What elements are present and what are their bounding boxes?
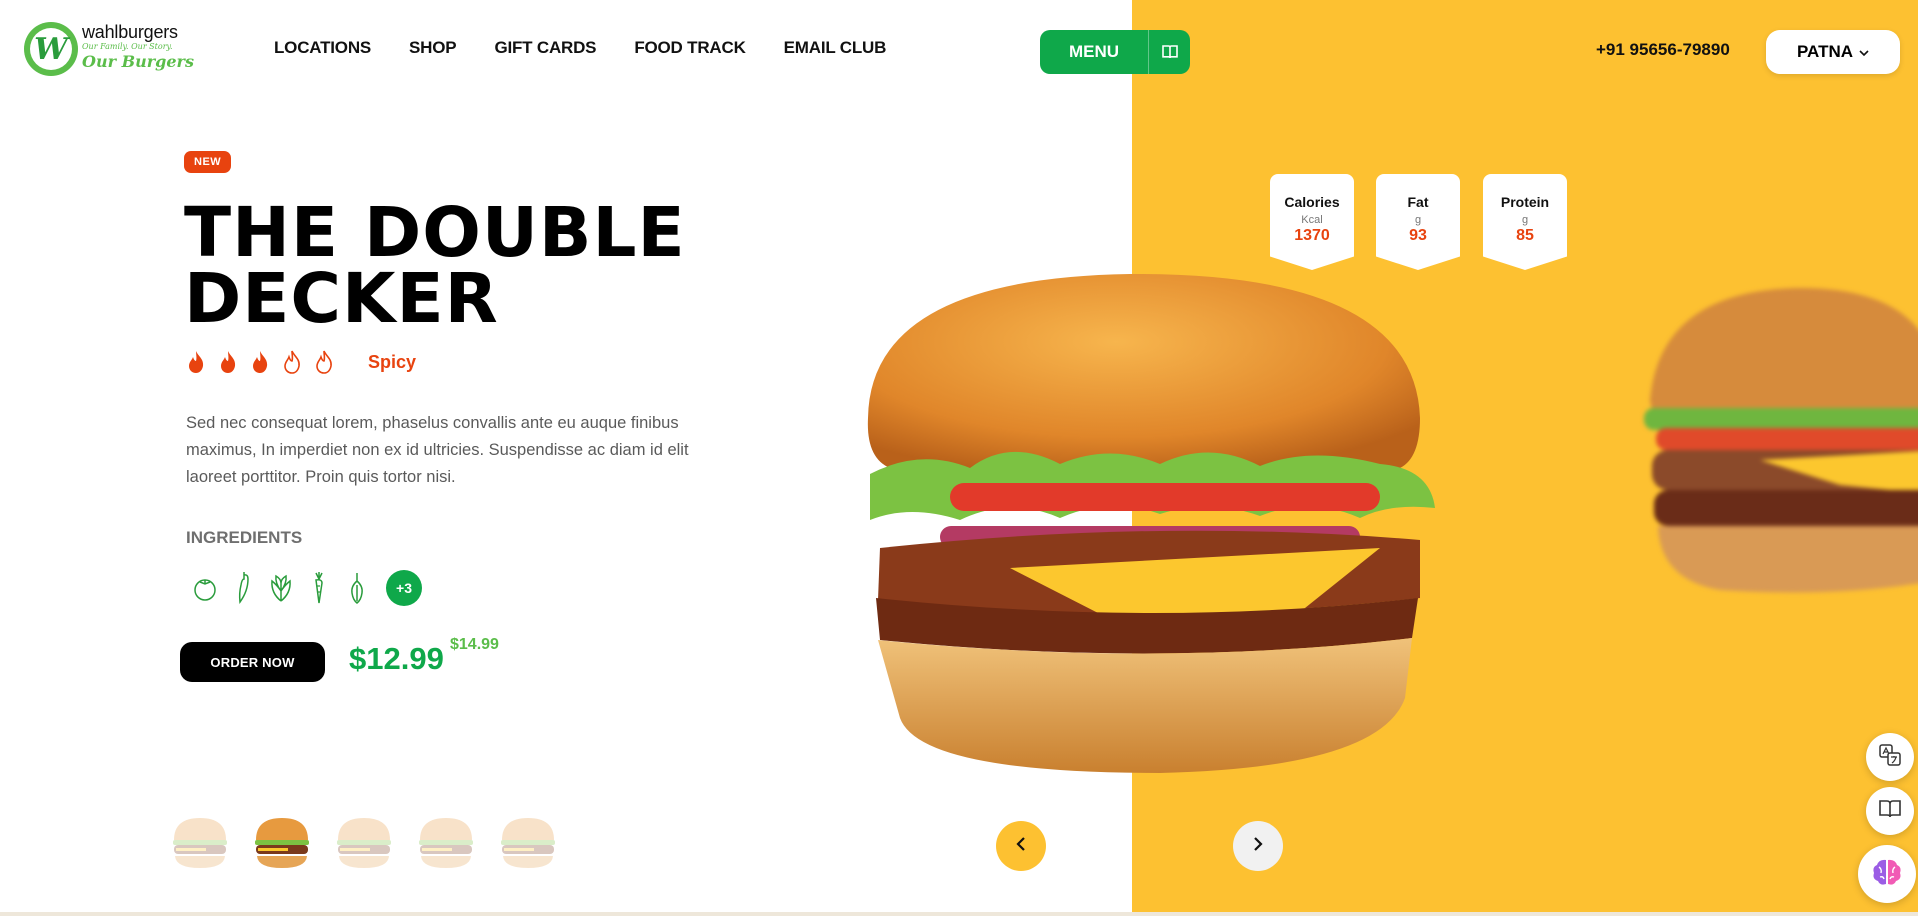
more-ingredients-button[interactable]: +3: [386, 570, 422, 606]
ai-assistant-button[interactable]: [1858, 845, 1916, 903]
current-price: $12.99: [349, 641, 444, 676]
nutrition-card-protein: Protein g 85: [1483, 174, 1567, 270]
burger-thumbnail[interactable]: [496, 812, 560, 872]
page-bottom-border: [0, 912, 1918, 916]
carrot-icon: [304, 570, 334, 606]
burger-thumbnail[interactable]: [414, 812, 478, 872]
ai-brain-icon: [1871, 857, 1903, 892]
carousel-next-button[interactable]: [1233, 821, 1283, 871]
flame-filled-icon: [186, 350, 206, 379]
nav-item-locations[interactable]: LOCATIONS: [274, 38, 371, 58]
product-description: Sed nec consequat lorem, phaselus conval…: [186, 414, 689, 486]
translate-icon: [1878, 743, 1902, 772]
menu-button-label: MENU: [1068, 42, 1120, 61]
burger-thumbnail[interactable]: [332, 812, 396, 872]
original-price: $14.99: [450, 636, 499, 653]
product-title: THE DOUBLE DECKER: [184, 193, 686, 339]
tomato-icon: [190, 570, 220, 606]
reader-mode-button[interactable]: [1866, 787, 1914, 835]
chili-pepper-icon: [228, 570, 258, 606]
main-nav: LOCATIONS SHOP GIFT CARDS FOOD TRACK EMA…: [274, 38, 886, 58]
flame-outline-icon: [314, 350, 334, 379]
logo-tagline-small: Our Family. Our Story.: [82, 42, 173, 51]
burger-thumbnails: [168, 812, 560, 872]
logo-tagline-large: Our Burgers: [82, 52, 194, 71]
brand-logo[interactable]: W wahlburgers Our Family. Our Story. Our…: [24, 20, 194, 76]
translate-button[interactable]: [1866, 733, 1914, 781]
flame-filled-icon: [250, 350, 270, 379]
ingredients-heading: INGREDIENTS: [186, 528, 303, 547]
onion-icon: [342, 570, 372, 606]
reader-book-icon: [1878, 799, 1902, 824]
chevron-right-icon: [1252, 836, 1264, 857]
new-badge: NEW: [184, 151, 232, 173]
phone-number[interactable]: +91 95656-79890: [1596, 40, 1730, 60]
burger-thumbnail[interactable]: [168, 812, 232, 872]
burger-image: [867, 273, 1435, 773]
nav-item-gift-cards[interactable]: GIFT CARDS: [494, 38, 596, 58]
logo-wordmark: wahlburgers: [82, 22, 178, 42]
nav-item-shop[interactable]: SHOP: [409, 38, 457, 58]
spice-label: Spicy: [368, 352, 417, 372]
nutrition-card-fat: Fat g 93: [1376, 174, 1460, 270]
order-now-button[interactable]: ORDER NOW: [180, 642, 325, 682]
city-selector[interactable]: PATNA: [1766, 30, 1900, 74]
spice-level: [186, 350, 334, 379]
nav-item-email-club[interactable]: EMAIL CLUB: [784, 38, 887, 58]
burger-thumbnail-active[interactable]: [250, 812, 314, 872]
logo-mark: W: [24, 22, 78, 76]
carousel-prev-button[interactable]: [996, 821, 1046, 871]
city-selector-value: PATNA: [1796, 42, 1854, 61]
lettuce-icon: [266, 570, 296, 606]
nutrition-card-calories: Calories Kcal 1370: [1270, 174, 1354, 270]
book-icon: [1148, 30, 1190, 74]
flame-outline-icon: [282, 350, 302, 379]
chevron-left-icon: [1015, 836, 1027, 857]
next-burger-preview: [1644, 288, 1918, 593]
menu-button[interactable]: MENU: [1040, 30, 1190, 74]
ingredients-list: +3: [190, 570, 422, 606]
chevron-down-icon: [1859, 42, 1869, 62]
nav-item-food-track[interactable]: FOOD TRACK: [634, 38, 746, 58]
flame-filled-icon: [218, 350, 238, 379]
